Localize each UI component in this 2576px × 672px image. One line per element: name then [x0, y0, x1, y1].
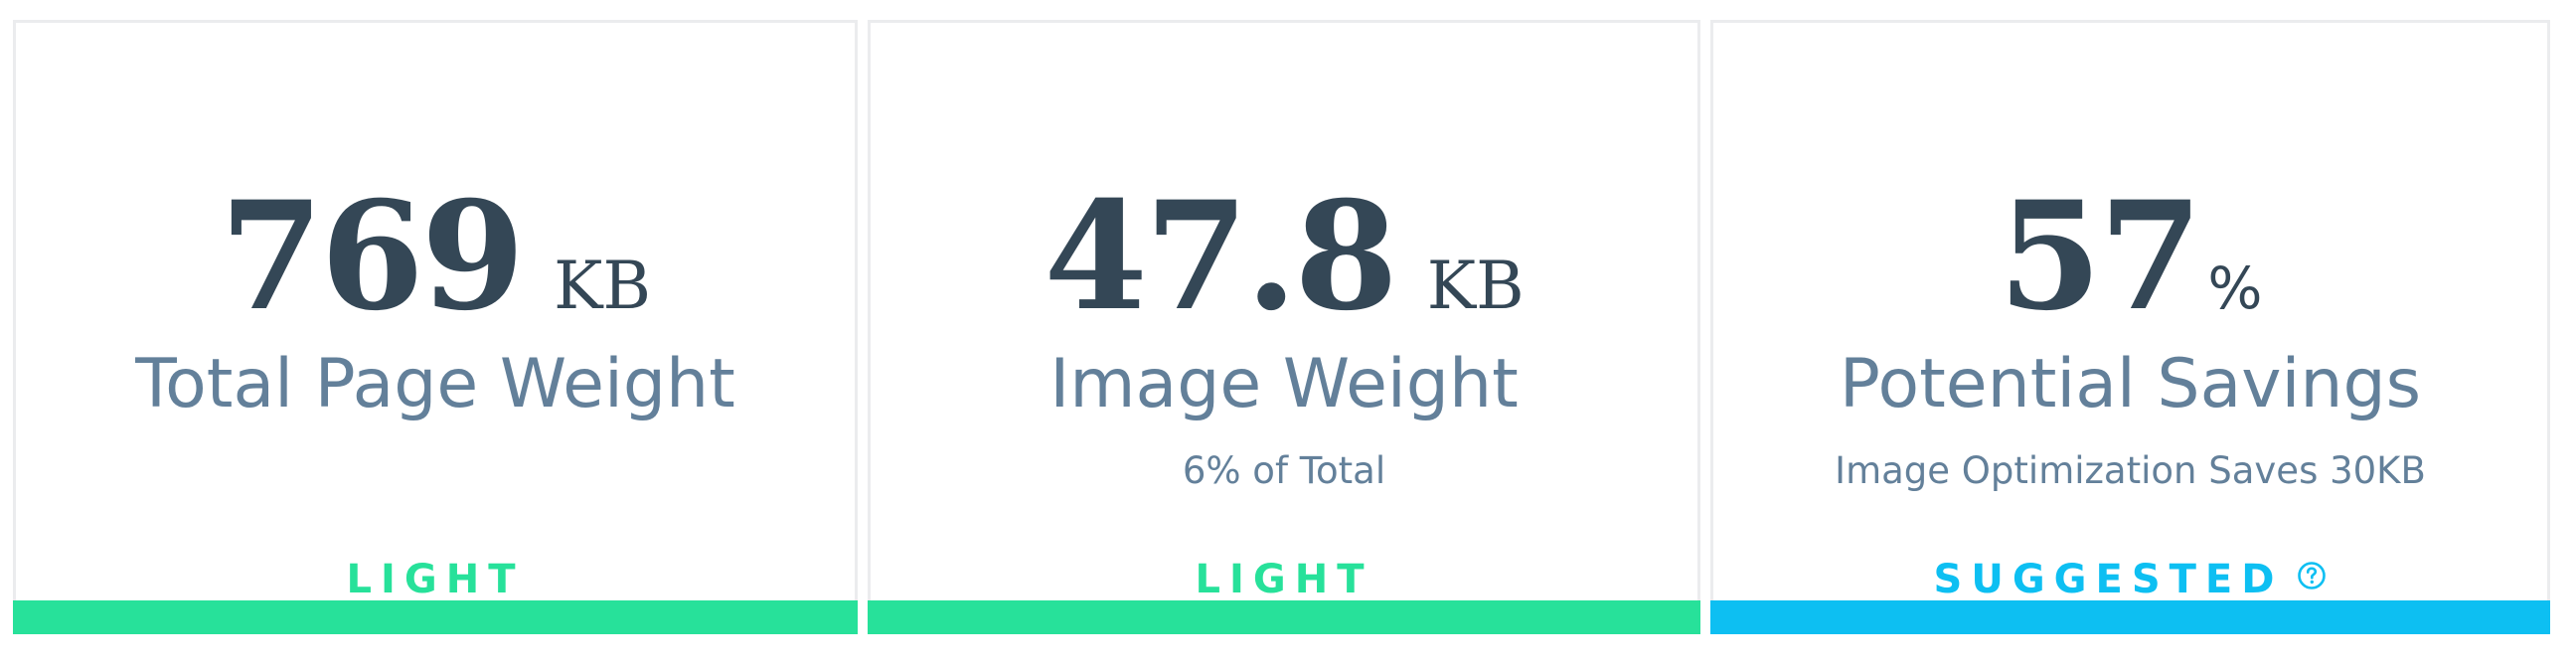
total-page-weight-metric: 769 KB — [16, 182, 855, 331]
image-weight-status: LIGHT — [1195, 557, 1373, 602]
total-page-weight-unit: KB — [554, 248, 651, 324]
image-weight-metric: 47.8 KB — [871, 182, 1697, 331]
potential-savings-status-row: SUGGESTED — [1713, 560, 2547, 599]
total-page-weight-label: Total Page Weight — [135, 345, 735, 423]
potential-savings-card: 57% Potential Savings Image Optimization… — [1710, 20, 2550, 634]
image-weight-status-bar — [868, 600, 1700, 634]
potential-savings-status: SUGGESTED — [1933, 557, 2284, 602]
metrics-row: 769 KB Total Page Weight LIGHT 47.8 KB Ima… — [0, 0, 2576, 672]
help-circle-icon[interactable] — [2297, 558, 2327, 597]
total-page-weight-value: 769 — [220, 169, 525, 344]
potential-savings-status-bar — [1710, 600, 2550, 634]
image-weight-sublabel: 6% of Total — [1182, 449, 1386, 492]
total-page-weight-status-bar — [13, 600, 858, 634]
image-weight-card: 47.8 KB Image Weight 6% of Total LIGHT — [868, 20, 1700, 634]
image-weight-value: 47.8 — [1044, 169, 1397, 344]
potential-savings-unit: % — [2207, 254, 2263, 322]
total-page-weight-status: LIGHT — [346, 557, 525, 602]
potential-savings-label: Potential Savings — [1839, 345, 2422, 423]
total-page-weight-card: 769 KB Total Page Weight LIGHT — [13, 20, 858, 634]
potential-savings-sublabel: Image Optimization Saves 30KB — [1835, 449, 2426, 492]
image-weight-label: Image Weight — [1049, 345, 1519, 423]
potential-savings-metric: 57% — [1713, 182, 2547, 331]
potential-savings-value: 57 — [1998, 169, 2203, 344]
image-weight-unit: KB — [1426, 248, 1525, 324]
